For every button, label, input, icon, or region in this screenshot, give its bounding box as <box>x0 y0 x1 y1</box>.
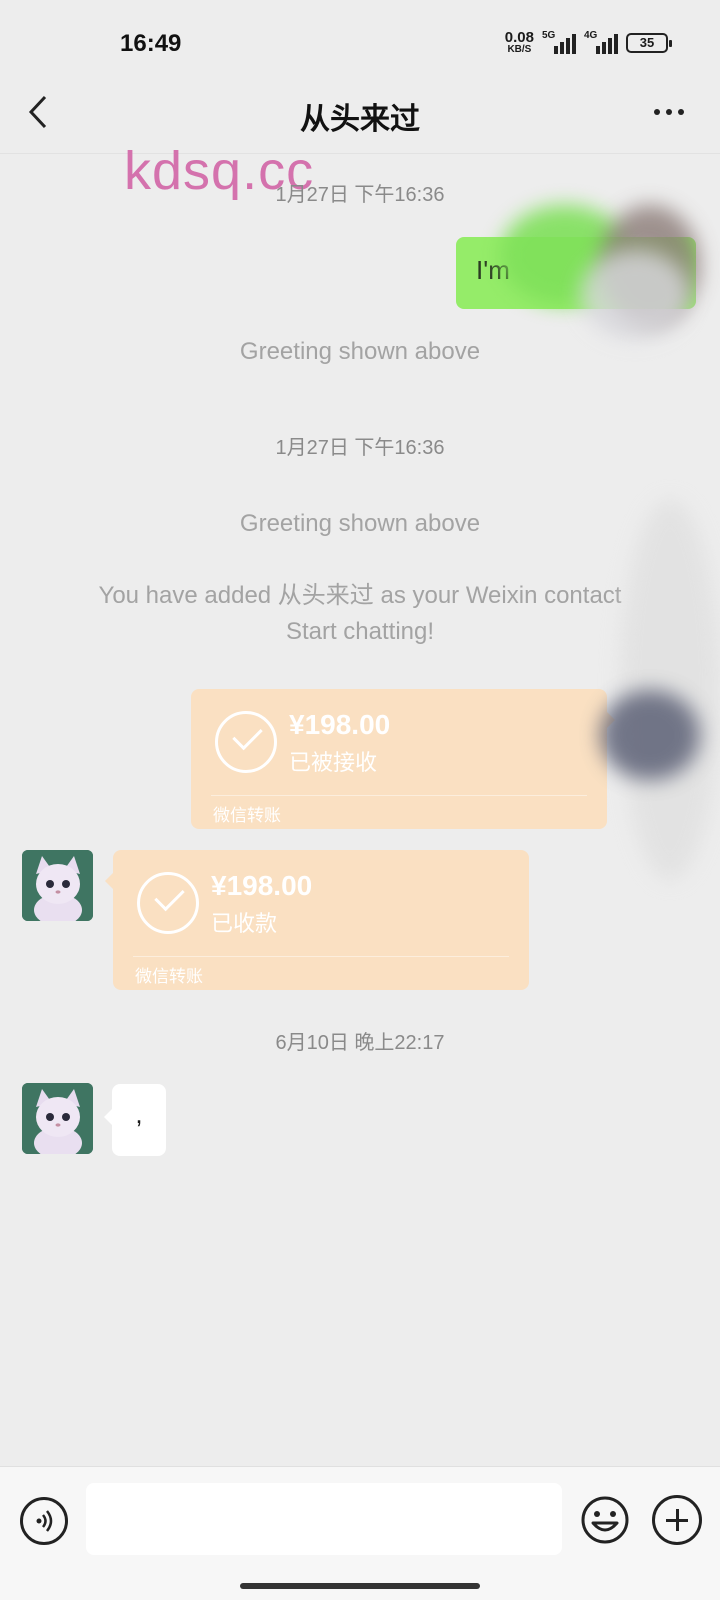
timestamp-3: 6月10日 晚上22:17 <box>275 1032 445 1054</box>
system-note-greeting-1: Greeting shown above <box>239 338 481 365</box>
emoji-button[interactable] <box>580 1495 630 1545</box>
avatar[interactable] <box>22 1083 93 1154</box>
cat-avatar-icon <box>22 850 93 921</box>
chat-input-bar <box>0 1466 720 1600</box>
network-speed-value: 0.08 <box>504 29 534 46</box>
signal-5g-icon: 5G <box>542 30 576 54</box>
timestamp-1: 1月27日 下午16:36 <box>275 184 445 206</box>
message-input[interactable] <box>86 1483 562 1555</box>
emoji-icon <box>581 1496 629 1544</box>
timestamp-2: 1月27日 下午16:36 <box>275 437 445 459</box>
network-speed-unit: KB/S <box>507 44 532 55</box>
home-indicator[interactable] <box>240 1583 480 1589</box>
transfer-divider <box>211 795 587 796</box>
redaction-smudge <box>580 250 690 340</box>
system-note-start-chatting: Start chatting! <box>285 618 435 645</box>
chat-title: 从头来过 <box>300 103 420 136</box>
more-dot <box>666 109 672 115</box>
signal-4g-icon: 4G <box>584 30 618 54</box>
more-dot <box>654 109 660 115</box>
voice-button[interactable] <box>20 1497 68 1545</box>
battery-icon: 35 <box>626 32 672 53</box>
transfer-card-sent[interactable]: ¥198.00 已被接收 微信转账 <box>191 689 615 829</box>
transfer-label: 微信转账 <box>213 806 281 825</box>
network-speed: 0.08 KB/S <box>505 30 534 55</box>
cat-avatar-icon <box>22 1083 93 1154</box>
incoming-message-text: , <box>135 1099 143 1129</box>
status-icons: 0.08 KB/S 5G 4G 35 <box>505 30 672 55</box>
redaction-smudge <box>620 500 720 880</box>
check-circle-icon <box>215 711 277 773</box>
check-circle-icon <box>137 872 199 934</box>
voice-icon <box>36 1510 53 1532</box>
plus-button[interactable] <box>652 1495 702 1545</box>
status-time: 16:49 <box>120 30 182 57</box>
incoming-message-bubble[interactable]: , <box>104 1084 166 1156</box>
more-dot <box>678 109 684 115</box>
transfer-status: 已收款 <box>211 911 278 936</box>
transfer-amount: ¥198.00 <box>289 709 391 740</box>
avatar[interactable] <box>22 850 93 921</box>
chat-header: 从头来过 <box>0 70 720 154</box>
transfer-divider <box>133 956 509 957</box>
system-note-added-contact: You have added 从头来过 as your Weixin conta… <box>98 582 622 609</box>
more-button[interactable] <box>644 90 694 134</box>
transfer-label: 微信转账 <box>135 967 203 986</box>
redaction-smudge <box>600 690 700 780</box>
transfer-card-received[interactable]: ¥198.00 已收款 微信转账 <box>105 850 529 990</box>
transfer-amount: ¥198.00 <box>211 870 313 901</box>
system-note-greeting-2: Greeting shown above <box>239 510 481 537</box>
transfer-status: 已被接收 <box>289 750 378 775</box>
